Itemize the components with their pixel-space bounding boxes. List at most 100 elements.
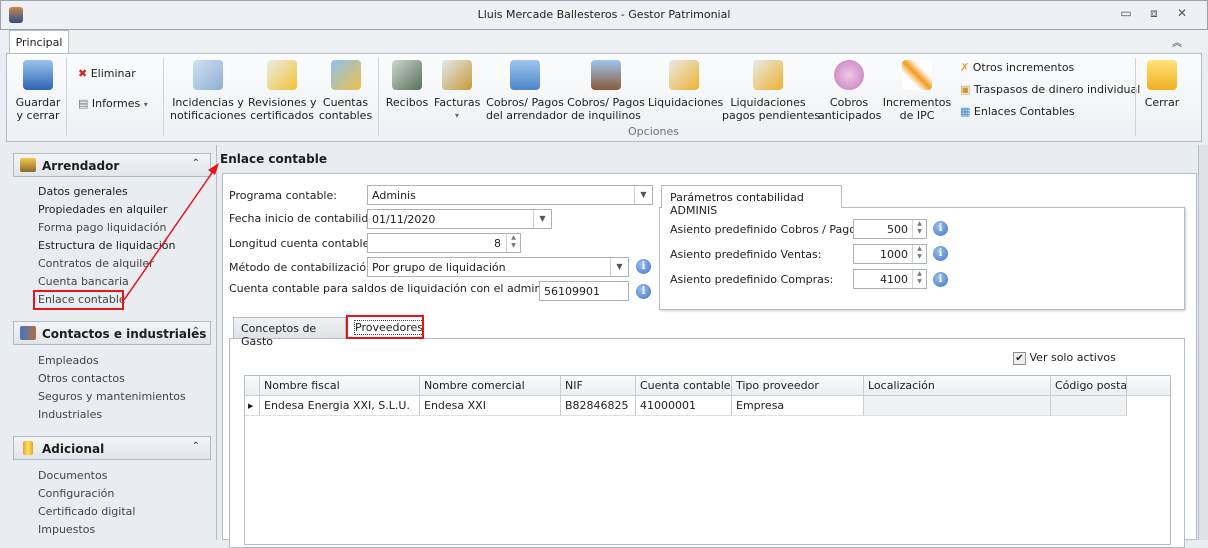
proveedores-table: Nombre fiscal Nombre comercial NIF Cuent… (244, 375, 1171, 545)
certificate-icon (753, 60, 783, 90)
sidebar-item-empleados[interactable]: Empleados (38, 354, 99, 367)
collapse-ribbon-icon[interactable]: ︽ (1172, 34, 1182, 49)
eliminar-button[interactable]: ✖ Eliminar (78, 67, 136, 80)
revisiones-button[interactable]: Revisiones y certificados (248, 60, 316, 122)
spin-buttons[interactable]: ▲ ▼ (912, 245, 926, 263)
programa-select[interactable]: Adminis ▼ (367, 185, 653, 205)
guardar-button[interactable]: Guardar y cerrar (12, 60, 64, 122)
spin-buttons[interactable]: ▲ ▼ (912, 270, 926, 288)
spin-buttons[interactable]: ▲ ▼ (912, 220, 926, 238)
group-adicional[interactable]: Adicional ⌃ (13, 436, 211, 460)
cell-codigo-postal[interactable] (1051, 396, 1127, 416)
highlight-box (346, 315, 424, 339)
sidebar-item-seguros[interactable]: Seguros y mantenimientos (38, 390, 186, 403)
cell-cuenta[interactable]: 41000001 (636, 396, 732, 416)
info-icon[interactable]: i (933, 272, 948, 287)
cell-nombre-comercial[interactable]: Endesa XXI (420, 396, 561, 416)
column-header[interactable]: Nombre comercial (420, 376, 561, 396)
sidebar-item-cuenta-bancaria[interactable]: Cuenta bancaria (38, 275, 129, 288)
row-indicator-header (245, 376, 260, 396)
cell-localizacion[interactable] (864, 396, 1051, 416)
info-icon[interactable]: i (933, 221, 948, 236)
sidebar-item-configuracion[interactable]: Configuración (38, 487, 114, 500)
sidebar-item-forma-pago[interactable]: Forma pago liquidación (38, 221, 167, 234)
cell-nombre-fiscal[interactable]: Endesa Energia XXI, S.L.U. (260, 396, 420, 416)
facturas-button[interactable]: Facturas ▾ (434, 60, 480, 122)
receipt-icon (392, 60, 422, 90)
cobros-anticipados-button[interactable]: Cobros anticipados (818, 60, 881, 122)
minimize-button[interactable]: ▭ (1116, 6, 1136, 22)
sidebar-item-datos-generales[interactable]: Datos generales (38, 185, 128, 198)
cuentas-button[interactable]: Cuentas contables (318, 60, 373, 122)
traspasos-button[interactable]: ▣ Traspasos de dinero individual (960, 83, 1140, 96)
tab-parametros[interactable]: Parámetros contabilidad ADMINIS (661, 185, 842, 217)
informes-button[interactable]: ▤ Informes ▾ (78, 97, 148, 110)
tab-principal[interactable]: Principal (9, 30, 69, 54)
longitud-stepper[interactable]: 8 ▲ ▼ (367, 233, 521, 253)
group-contactos[interactable]: Contactos e industriales ⌃ (13, 321, 211, 345)
column-header[interactable]: Nombre fiscal (260, 376, 420, 396)
spin-buttons[interactable]: ▲ ▼ (506, 234, 520, 252)
separator (1135, 58, 1136, 136)
asiento-cobros-stepper[interactable]: 500 ▲ ▼ (853, 219, 927, 239)
sidebar-item-estructura[interactable]: Estructura de liquidación (38, 239, 175, 252)
clipboard-check-icon (193, 60, 223, 90)
save-icon (23, 60, 53, 90)
sidebar-item-propiedades[interactable]: Propiedades en alquiler (38, 203, 167, 216)
info-icon[interactable]: i (933, 246, 948, 261)
restore-button[interactable]: ⧈ (1144, 6, 1164, 22)
cobros-inquilinos-button[interactable]: Cobros/ Pagos de inquilinos (567, 60, 645, 122)
cobros-arrendador-button[interactable]: Cobros/ Pagos del arrendador (486, 60, 567, 122)
separator (378, 58, 379, 136)
recibos-button[interactable]: Recibos (384, 60, 430, 109)
incidencias-button[interactable]: Incidencias y notificaciones (170, 60, 246, 122)
row-indicator-icon: ▶ (245, 396, 260, 416)
solo-activos-checkbox[interactable]: ✔ Ver solo activos (1013, 351, 1116, 365)
folder-exit-icon (1147, 60, 1177, 90)
column-header[interactable]: Localización (864, 376, 1051, 396)
cuenta-label: Cuenta contable para saldos de liquidaci… (229, 282, 585, 295)
liquidaciones-pendientes-button[interactable]: Liquidaciones pagos pendientes (722, 60, 820, 122)
liquidaciones-button[interactable]: Liquidaciones (648, 60, 723, 109)
info-icon[interactable]: i (636, 259, 651, 274)
cuenta-input[interactable]: 56109901 (539, 281, 629, 301)
chevron-up-icon: ⌃ (191, 326, 200, 337)
sidebar-item-contratos[interactable]: Contratos de alquiler (38, 257, 154, 270)
dropdown-arrow-icon[interactable]: ▼ (610, 258, 628, 276)
column-header[interactable]: NIF (561, 376, 636, 396)
separator (66, 58, 67, 136)
tab-conceptos-gasto[interactable]: Conceptos de Gasto (233, 317, 346, 348)
longitud-label: Longitud cuenta contable: (229, 237, 374, 250)
asiento-compras-stepper[interactable]: 4100 ▲ ▼ (853, 269, 927, 289)
dropdown-arrow-icon[interactable]: ▼ (533, 210, 551, 228)
ribbon-tab-row (0, 30, 1208, 53)
info-icon[interactable]: i (636, 284, 651, 299)
asiento-ventas-stepper[interactable]: 1000 ▲ ▼ (853, 244, 927, 264)
sidebar-item-industriales[interactable]: Industriales (38, 408, 102, 421)
table-coins-icon (330, 60, 361, 90)
highlight-box (33, 290, 124, 310)
sidebar-item-documentos[interactable]: Documentos (38, 469, 107, 482)
sidebar-item-certificado[interactable]: Certificado digital (38, 505, 135, 518)
column-header[interactable]: Tipo proveedor (732, 376, 864, 396)
otros-incrementos-button[interactable]: ✗ Otros incrementos (960, 61, 1074, 74)
separator (163, 58, 164, 136)
close-button[interactable]: ✕ (1172, 6, 1192, 22)
sidebar-item-impuestos[interactable]: Impuestos (38, 523, 95, 536)
column-header[interactable]: Código postal (1051, 376, 1127, 396)
invoice-icon (442, 60, 472, 90)
group-arrendador[interactable]: Arrendador ⌃ (13, 153, 211, 177)
cerrar-button[interactable]: Cerrar (1140, 60, 1184, 109)
metodo-select[interactable]: Por grupo de liquidación ▼ (367, 257, 629, 277)
incrementos-ipc-button[interactable]: Incrementos de IPC (882, 60, 952, 122)
enlaces-contables-button[interactable]: ▦ Enlaces Contables (960, 105, 1075, 118)
scrollbar[interactable] (1198, 145, 1208, 540)
sidebar-item-otros-contactos[interactable]: Otros contactos (38, 372, 125, 385)
column-header-filler (1127, 376, 1170, 396)
fecha-input[interactable]: 01/11/2020 ▼ (367, 209, 552, 229)
cell-nif[interactable]: B82846825 (561, 396, 636, 416)
column-header[interactable]: Cuenta contable (636, 376, 732, 396)
cell-tipo[interactable]: Empresa (732, 396, 864, 416)
chevron-up-icon: ⌃ (191, 158, 200, 169)
dropdown-arrow-icon[interactable]: ▼ (634, 186, 652, 204)
